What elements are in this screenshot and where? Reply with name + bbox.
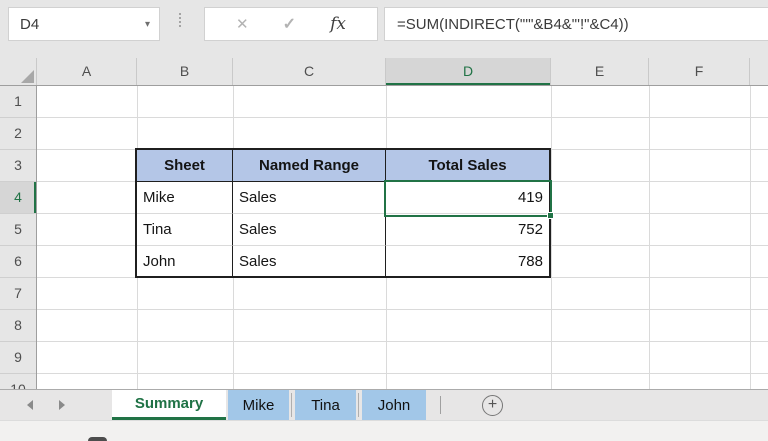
column-header-a[interactable]: A (37, 58, 137, 85)
select-all-button[interactable] (0, 58, 37, 85)
tab-divider (291, 393, 292, 417)
formula-text: =SUM(INDIRECT("'"&B4&"'!"&C4)) (397, 15, 629, 33)
row-header-5[interactable]: 5 (0, 214, 36, 246)
column-header-row: A B C D E F (0, 58, 768, 86)
table-header-total-sales[interactable]: Total Sales (386, 150, 549, 182)
column-header-d-selected[interactable]: D (386, 58, 551, 85)
row-header-9[interactable]: 9 (0, 342, 36, 374)
cell-c6[interactable]: Sales (233, 246, 386, 277)
cell-c5[interactable]: Sales (233, 214, 386, 246)
cell-d5[interactable]: 752 (386, 214, 549, 246)
status-bar (0, 420, 768, 441)
formula-buttons: ✕ ✓ fx (204, 7, 378, 41)
cell-b5[interactable]: Tina (137, 214, 233, 246)
formula-bar-drag-handle-icon[interactable] (179, 13, 181, 27)
cell-d4-active[interactable]: 419 (386, 182, 549, 214)
sheet-tab-tina[interactable]: Tina (295, 390, 356, 420)
cell-b6[interactable]: John (137, 246, 233, 277)
column-header-b[interactable]: B (137, 58, 233, 85)
name-box-value: D4 (20, 15, 40, 33)
tab-divider (358, 393, 359, 417)
row-header-10[interactable]: 10 (0, 374, 36, 389)
formula-bar-strip: D4 ▾ ✕ ✓ fx =SUM(INDIRECT("'"&B4&"'!"&C4… (0, 0, 768, 58)
new-sheet-button[interactable]: + (482, 395, 503, 416)
column-header-c[interactable]: C (233, 58, 386, 85)
enter-icon[interactable]: ✓ (283, 14, 296, 34)
summary-table: Sheet Named Range Total Sales Mike Sales… (135, 148, 551, 278)
row-header-2[interactable]: 2 (0, 118, 36, 150)
gridline (649, 86, 650, 389)
column-header-partial[interactable] (750, 58, 768, 85)
table-header-sheet[interactable]: Sheet (137, 150, 233, 182)
status-icon-partial[interactable] (88, 437, 107, 441)
sheet-tab-summary-active[interactable]: Summary (112, 390, 226, 420)
cell-b4[interactable]: Mike (137, 182, 233, 214)
row-header-1[interactable]: 1 (0, 86, 36, 118)
gridline (551, 86, 552, 389)
row-header-4-selected[interactable]: 4 (0, 182, 36, 214)
row-header-8[interactable]: 8 (0, 310, 36, 342)
tab-divider (440, 396, 441, 414)
column-header-e[interactable]: E (551, 58, 649, 85)
sheet-tab-john[interactable]: John (362, 390, 426, 420)
cancel-icon[interactable]: ✕ (236, 15, 249, 33)
table-header-named-range[interactable]: Named Range (233, 150, 386, 182)
tab-scroll-right-icon[interactable] (59, 400, 65, 410)
worksheet-grid: 1 2 3 4 5 6 7 8 9 10 Sheet Named Range T… (0, 86, 768, 389)
cells-area[interactable]: Sheet Named Range Total Sales Mike Sales… (37, 86, 768, 389)
fill-handle[interactable] (547, 212, 554, 219)
select-all-triangle-icon (21, 70, 34, 83)
tab-scroll-left-icon[interactable] (27, 400, 33, 410)
cell-d6[interactable]: 788 (386, 246, 549, 277)
sheet-tab-bar: Summary Mike Tina John + (0, 389, 768, 420)
row-header-7[interactable]: 7 (0, 278, 36, 310)
formula-input[interactable]: =SUM(INDIRECT("'"&B4&"'!"&C4)) (384, 7, 768, 41)
chevron-down-icon[interactable]: ▾ (145, 19, 159, 30)
excel-window: D4 ▾ ✕ ✓ fx =SUM(INDIRECT("'"&B4&"'!"&C4… (0, 0, 768, 441)
sheet-tab-mike[interactable]: Mike (228, 390, 289, 420)
row-header-3[interactable]: 3 (0, 150, 36, 182)
insert-function-icon[interactable]: fx (330, 14, 346, 34)
gridline (750, 86, 751, 389)
column-header-f[interactable]: F (649, 58, 750, 85)
row-header-6[interactable]: 6 (0, 246, 36, 278)
cell-c4[interactable]: Sales (233, 182, 386, 214)
row-header-column: 1 2 3 4 5 6 7 8 9 10 (0, 86, 37, 389)
name-box[interactable]: D4 ▾ (8, 7, 160, 41)
